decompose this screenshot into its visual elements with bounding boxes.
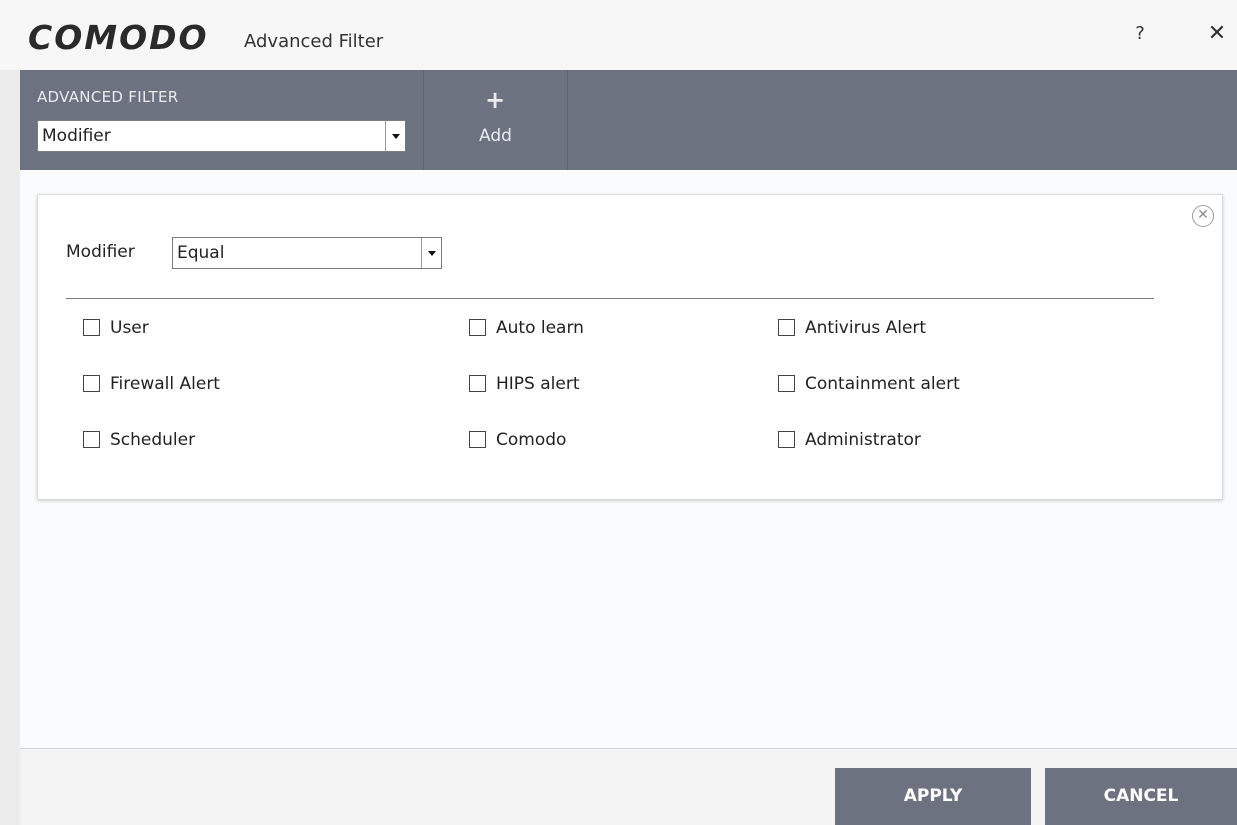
filter-type-select[interactable]: Modifier [37, 120, 406, 152]
checkbox-box[interactable] [469, 375, 486, 392]
modifier-select[interactable]: Equal [172, 237, 442, 269]
divider [66, 298, 1154, 299]
modifier-label: Modifier [66, 242, 135, 262]
title-bar: COMODO Advanced Filter ? ✕ [0, 0, 1237, 70]
filter-toolbar: ADVANCED FILTER Modifier + Add [20, 70, 1237, 170]
checkbox-box[interactable] [83, 319, 100, 336]
checkbox-label: Containment alert [805, 374, 960, 394]
advanced-filter-window: COMODO Advanced Filter ? ✕ ADVANCED FILT… [0, 0, 1237, 825]
checkbox-label: User [110, 318, 149, 338]
checkbox-box[interactable] [469, 319, 486, 336]
checkbox-label: Firewall Alert [110, 374, 220, 394]
checkbox-label: Antivirus Alert [805, 318, 927, 338]
checkbox-label: Comodo [496, 430, 567, 450]
plus-icon: + [485, 86, 506, 114]
checkbox-box[interactable] [778, 375, 795, 392]
checkbox-box[interactable] [83, 375, 100, 392]
cancel-button[interactable]: CANCEL [1045, 768, 1237, 825]
help-button[interactable]: ? [1128, 22, 1152, 46]
dropdown-arrow-glyph [427, 251, 436, 256]
footer-bar: APPLY CANCEL [20, 749, 1237, 825]
checkbox-label: HIPS alert [496, 374, 580, 394]
filter-content-area: ✕ Modifier Equal User Auto learn Antivir… [20, 170, 1237, 749]
remove-filter-icon[interactable]: ✕ [1192, 205, 1214, 227]
close-window-button[interactable]: ✕ [1203, 20, 1231, 48]
checkbox-box[interactable] [778, 319, 795, 336]
chevron-down-icon [421, 238, 441, 268]
filter-heading: ADVANCED FILTER [37, 88, 179, 106]
window-title: Advanced Filter [244, 31, 384, 52]
filter-type-section: ADVANCED FILTER Modifier [20, 70, 424, 170]
checkbox-box[interactable] [469, 431, 486, 448]
add-label: Add [479, 126, 512, 146]
checkbox-box[interactable] [778, 431, 795, 448]
filter-type-select-value: Modifier [42, 126, 111, 146]
checkbox-box[interactable] [83, 431, 100, 448]
comodo-logo: COMODO [28, 18, 209, 57]
dropdown-arrow-glyph [391, 134, 400, 139]
chevron-down-icon [385, 121, 405, 151]
apply-button[interactable]: APPLY [835, 768, 1031, 825]
modifier-filter-card: ✕ Modifier Equal User Auto learn Antivir… [37, 194, 1223, 500]
checkbox-label: Auto learn [496, 318, 584, 338]
checkbox-label: Administrator [805, 430, 921, 450]
add-filter-button[interactable]: + Add [424, 70, 568, 170]
checkbox-label: Scheduler [110, 430, 196, 450]
modifier-select-value: Equal [177, 243, 225, 263]
